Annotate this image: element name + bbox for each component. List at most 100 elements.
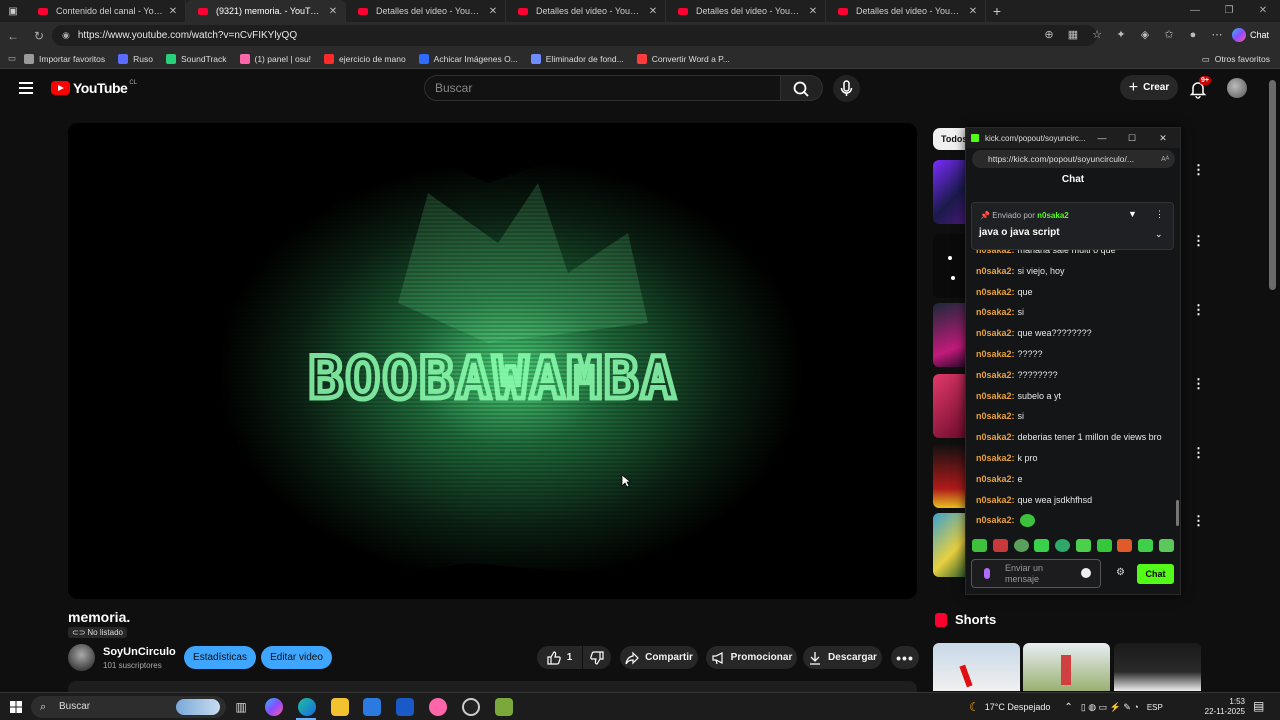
- youtube-logo[interactable]: YouTube CL: [51, 80, 137, 96]
- show-hidden-icons[interactable]: ⌃: [1064, 702, 1072, 713]
- chat-username[interactable]: n0saka2:: [976, 474, 1015, 484]
- popup-maximize-icon[interactable]: ☐: [1118, 128, 1146, 148]
- voice-search-button[interactable]: [833, 75, 860, 102]
- popup-minimize-icon[interactable]: —: [1088, 128, 1116, 148]
- recommended-thumbnail[interactable]: [933, 303, 967, 367]
- close-tab-icon[interactable]: ✕: [807, 6, 819, 17]
- chat-username[interactable]: n0saka2:: [976, 495, 1015, 505]
- tray-icons[interactable]: ▯ ◍ ▭ ⚡ ✎ ◔: [1081, 702, 1139, 713]
- pin-icon[interactable]: ▼: [1128, 209, 1137, 219]
- emote-icon[interactable]: [1138, 539, 1154, 552]
- chevron-down-icon[interactable]: ⌄: [1155, 229, 1163, 240]
- close-window-icon[interactable]: ✕: [1246, 0, 1280, 22]
- voice-icon[interactable]: [984, 568, 990, 579]
- emote-icon[interactable]: [1055, 539, 1071, 552]
- osu-app-icon[interactable]: [429, 698, 447, 716]
- extensions-icon[interactable]: ✦: [1109, 25, 1133, 46]
- browser-tab[interactable]: Detalles del video - YouTube Stu ✕: [506, 0, 666, 22]
- bookmark-item[interactable]: SoundTrack: [165, 53, 227, 64]
- emote-icon[interactable]: [1013, 539, 1029, 552]
- profile-icon[interactable]: ●: [1181, 25, 1205, 46]
- emoji-icon[interactable]: [1081, 568, 1091, 578]
- channel-avatar[interactable]: [68, 644, 95, 671]
- store-app-icon[interactable]: [363, 698, 381, 716]
- close-tab-icon[interactable]: ✕: [487, 6, 499, 17]
- notification-center-icon[interactable]: ▤: [1253, 699, 1264, 713]
- restore-icon[interactable]: ❐: [1212, 0, 1246, 22]
- chat-username[interactable]: n0saka2:: [976, 307, 1015, 317]
- popup-address-field[interactable]: https://kick.com/popout/soyuncirculo/...…: [972, 150, 1175, 168]
- account-avatar[interactable]: [1227, 78, 1247, 98]
- notifications-button[interactable]: 9+: [1188, 76, 1211, 99]
- file-explorer-icon[interactable]: [331, 698, 349, 716]
- chat-settings-icon[interactable]: ⚙: [1116, 567, 1125, 578]
- bookmark-menu-icon[interactable]: ▭: [8, 53, 20, 64]
- search-button[interactable]: [781, 75, 823, 101]
- pinned-message[interactable]: 📌 Enviado por n0saka2 java o java script…: [971, 202, 1174, 250]
- recommended-thumbnail[interactable]: [933, 234, 967, 298]
- analytics-button[interactable]: Estadísticas: [184, 646, 256, 669]
- more-actions-button[interactable]: •••: [891, 646, 919, 669]
- browser-tab[interactable]: Detalles del video - YouTube Stu ✕: [346, 0, 506, 22]
- minecraft-app-icon[interactable]: [495, 698, 513, 716]
- video-menu-icon[interactable]: ⋮: [1192, 377, 1205, 390]
- bookmark-item[interactable]: Convertir Word a P...: [636, 53, 730, 64]
- close-tab-icon[interactable]: ✕: [167, 6, 179, 17]
- chat-username[interactable]: n0saka2:: [976, 349, 1015, 359]
- video-menu-icon[interactable]: ⋮: [1192, 234, 1205, 247]
- edge-app-icon[interactable]: [298, 698, 316, 716]
- send-chat-button[interactable]: Chat: [1137, 564, 1174, 584]
- keyboard-language[interactable]: ESP: [1147, 703, 1163, 712]
- task-view-icon[interactable]: ▥: [232, 698, 250, 716]
- video-menu-icon[interactable]: ⋮: [1192, 514, 1205, 527]
- app-available-icon[interactable]: ⊕: [1037, 25, 1061, 46]
- other-favorites[interactable]: ▭ Otros favoritos: [1202, 49, 1270, 69]
- emote-icon[interactable]: [972, 539, 987, 552]
- recommended-thumbnail[interactable]: [933, 160, 967, 224]
- outlook-app-icon[interactable]: [396, 698, 414, 716]
- browser-tab[interactable]: Detalles del video - YouTube Stu ✕: [666, 0, 826, 22]
- tab-actions-icon[interactable]: ▣: [0, 0, 26, 22]
- short-thumbnail[interactable]: [1114, 643, 1201, 691]
- emote-icon[interactable]: [1075, 539, 1091, 552]
- like-button[interactable]: 1: [537, 646, 582, 669]
- browser-tab[interactable]: Contenido del canal - YouTube St ✕: [26, 0, 186, 22]
- video-menu-icon[interactable]: ⋮: [1192, 163, 1205, 176]
- chat-username[interactable]: n0saka2:: [976, 287, 1015, 297]
- emote-icon[interactable]: [992, 539, 1008, 552]
- more-options-icon[interactable]: ⋯: [1205, 25, 1229, 46]
- new-tab-button[interactable]: +: [986, 3, 1008, 19]
- copilot-app-icon[interactable]: [265, 698, 283, 716]
- bookmark-item[interactable]: Importar favoritos: [24, 53, 105, 64]
- minimize-icon[interactable]: —: [1178, 0, 1212, 22]
- refresh-icon[interactable]: ↻: [26, 29, 52, 43]
- short-thumbnail[interactable]: [933, 643, 1020, 691]
- bookmark-item[interactable]: Achicar Imágenes O...: [418, 53, 518, 64]
- share-button[interactable]: Compartir: [620, 646, 698, 669]
- extension-icon[interactable]: ◈: [1133, 25, 1157, 46]
- back-icon[interactable]: ←: [0, 29, 26, 43]
- chat-scrollbar[interactable]: [1176, 500, 1179, 526]
- address-field[interactable]: ◉ https://www.youtube.com/watch?v=nCvFIK…: [52, 25, 1097, 46]
- bookmark-item[interactable]: ejercicio de mano: [324, 53, 406, 64]
- page-scrollbar[interactable]: [1269, 80, 1276, 290]
- popup-close-icon[interactable]: ✕: [1149, 128, 1177, 148]
- close-tab-icon[interactable]: ✕: [647, 6, 659, 17]
- clock[interactable]: 1:53 22-11-2025: [1201, 697, 1245, 717]
- emote-icon[interactable]: [1117, 539, 1133, 552]
- emote-icon[interactable]: [1158, 539, 1174, 552]
- channel-name[interactable]: SoyUnCirculo: [103, 646, 176, 658]
- video-menu-icon[interactable]: ⋮: [1192, 303, 1205, 316]
- recommended-thumbnail[interactable]: [933, 444, 967, 508]
- chat-message-list[interactable]: n0saka2: mañana sale multi o que n0saka2: s…: [976, 240, 1176, 532]
- dislike-button[interactable]: [583, 646, 611, 669]
- emote-icon[interactable]: [1096, 539, 1112, 552]
- taskbar-search[interactable]: ⌕ Buscar: [31, 696, 226, 718]
- recommended-thumbnail[interactable]: [933, 374, 967, 438]
- chat-username[interactable]: n0saka2:: [976, 432, 1015, 442]
- close-tab-icon[interactable]: ✕: [967, 6, 979, 17]
- video-menu-icon[interactable]: ⋮: [1192, 446, 1205, 459]
- promote-button[interactable]: Promocionar: [706, 646, 797, 669]
- chat-username[interactable]: n0saka2:: [976, 515, 1015, 525]
- create-button[interactable]: + Crear: [1120, 75, 1178, 100]
